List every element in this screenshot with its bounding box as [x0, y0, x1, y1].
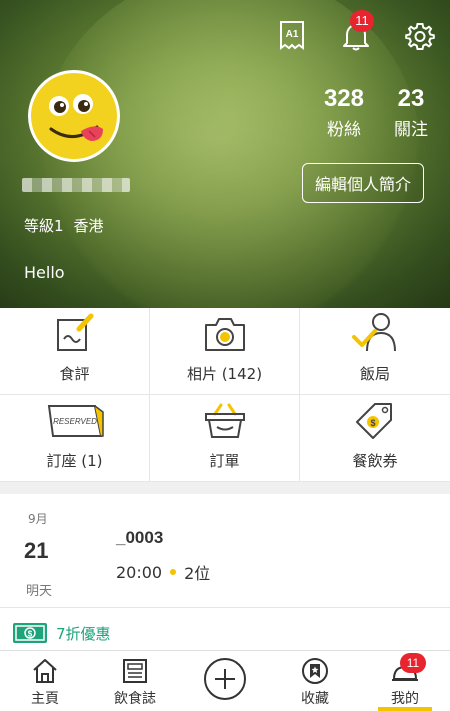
following-stat[interactable]: 23 關注	[394, 85, 428, 140]
cash-icon: $	[13, 623, 47, 643]
svg-text:$: $	[370, 418, 375, 428]
user-level-location: 等級1 香港	[24, 215, 114, 236]
grid-label-photos: 相片 (142)	[186, 365, 263, 383]
person-check-icon	[352, 313, 396, 352]
nav-label-bookmarks: 收藏	[301, 691, 329, 707]
username-blurred	[22, 178, 130, 192]
notification-badge: 11	[350, 10, 374, 32]
grid-label-bookings: 訂座 (1)	[46, 452, 103, 470]
separator-dot	[170, 569, 177, 575]
notification-bell-icon[interactable]: 11	[336, 10, 376, 56]
review-pencil-icon	[56, 313, 93, 351]
grid-label-reviews: 食評	[59, 365, 90, 383]
grid-item-reviews[interactable]: 食評	[0, 308, 150, 395]
home-icon	[33, 659, 57, 683]
grid-label-orders: 訂單	[209, 452, 240, 470]
user-bio: Hello	[24, 263, 65, 282]
svg-text:RESERVED: RESERVED	[53, 417, 97, 426]
upcoming-reservation-card[interactable]: 9月 21 明天 _0003 20:00 2位	[0, 494, 450, 608]
settings-gear-icon[interactable]	[400, 16, 440, 56]
nav-label-food-journal: 飲食誌	[114, 691, 156, 707]
nav-item-food-journal[interactable]: 飲食誌	[90, 651, 180, 711]
nav-item-add[interactable]	[180, 651, 270, 711]
grid-item-photos[interactable]: 相片 (142)	[150, 308, 300, 395]
grid-item-vouchers[interactable]: $ 餐飲券	[300, 395, 450, 482]
profile-menu-grid: 食評 相片 (142) 飯局 RESERVED 訂座 (1) 訂單 $ 餐飲券	[0, 308, 450, 482]
reservation-relative-day: 明天	[26, 584, 53, 599]
followers-count: 328	[323, 85, 364, 112]
nav-item-me[interactable]: 11 我的	[360, 651, 450, 711]
grid-item-orders[interactable]: 訂單	[150, 395, 300, 482]
news-icon	[123, 659, 147, 683]
top-icon-bar: A1 11	[272, 10, 440, 56]
followers-label: 粉絲	[326, 120, 361, 140]
bookmark-icon	[302, 658, 328, 684]
reservation-day: 21	[24, 538, 49, 563]
profile-cover: A1 11 等級1 香港 Hello 328 粉絲 23 關注 編輯個人簡介	[0, 0, 450, 308]
grid-item-bookings[interactable]: RESERVED 訂座 (1)	[0, 395, 150, 482]
promo-banner[interactable]: $ 7折優惠	[12, 622, 111, 644]
promo-text: 7折優惠	[56, 624, 111, 643]
reserved-sign-icon: RESERVED	[47, 405, 104, 437]
bottom-navigation: 主頁 飲食誌 收藏 11 我的	[0, 650, 450, 711]
section-divider	[0, 482, 450, 494]
followers-stat[interactable]: 328 粉絲	[324, 85, 364, 140]
reservation-time: 20:00	[116, 562, 163, 582]
grid-label-gatherings: 飯局	[359, 365, 390, 383]
svg-text:$: $	[28, 630, 33, 639]
add-circle-icon	[204, 658, 246, 700]
basket-icon	[204, 403, 245, 438]
nav-label-me: 我的	[391, 691, 419, 707]
avatar[interactable]	[28, 70, 120, 162]
nav-item-bookmarks[interactable]: 收藏	[270, 651, 360, 711]
svg-text:A1: A1	[286, 29, 299, 40]
voucher-tag-icon: $	[356, 403, 392, 439]
user-level: 等級1	[24, 217, 64, 235]
nav-item-home[interactable]: 主頁	[0, 651, 90, 711]
grid-item-gatherings[interactable]: 飯局	[300, 308, 450, 395]
following-label: 關注	[394, 120, 428, 140]
reservation-party-size: 2位	[184, 564, 211, 583]
reservation-month: 9月	[28, 512, 48, 526]
camera-icon	[204, 318, 245, 351]
profile-stats: 328 粉絲 23 關注	[324, 85, 428, 140]
reservation-details: 20:00 2位	[116, 560, 210, 584]
profile-notification-badge: 11	[400, 653, 426, 673]
grid-label-vouchers: 餐飲券	[352, 452, 398, 470]
nav-label-home: 主頁	[31, 691, 59, 707]
user-location: 香港	[73, 217, 104, 235]
following-count: 23	[397, 85, 425, 112]
edit-profile-button[interactable]: 編輯個人簡介	[302, 163, 424, 203]
receipt-icon[interactable]: A1	[272, 16, 312, 56]
reservation-restaurant-name: _0003	[116, 528, 164, 547]
